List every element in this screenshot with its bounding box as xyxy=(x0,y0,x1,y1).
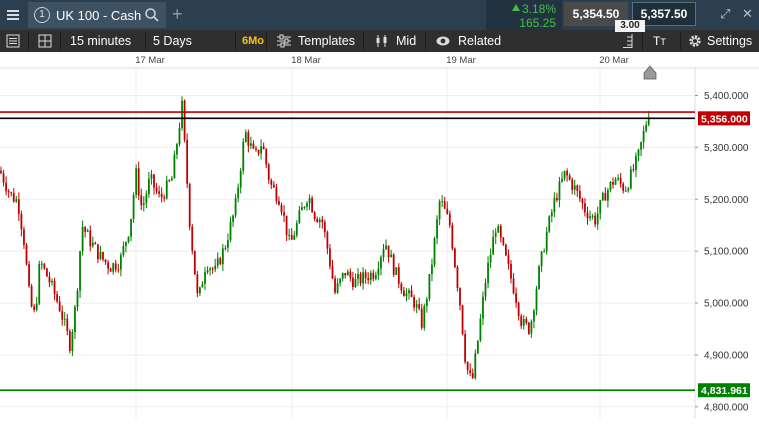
candle xyxy=(132,192,135,223)
change-absolute: 165.25 xyxy=(519,16,556,30)
x-tick-label: 20 Mar xyxy=(599,55,629,66)
list-icon[interactable] xyxy=(6,34,20,48)
instrument-name: UK 100 - Cash xyxy=(56,7,142,23)
chart-area[interactable]: 17 Mar 18 Mar 19 Mar 20 Mar 5,400.000 5,300.… xyxy=(0,52,759,419)
close-icon[interactable]: ✕ xyxy=(742,6,753,22)
candle xyxy=(135,164,138,199)
templates-button[interactable]: Templates xyxy=(298,30,355,52)
price-change-panel: 3.18% 165.25 xyxy=(486,0,562,30)
candle xyxy=(538,264,540,290)
tab-number-badge: 1 xyxy=(34,7,50,23)
x-tick-label: 19 Mar xyxy=(446,55,476,66)
timeframe-dropdown[interactable]: 15 minutes xyxy=(70,30,131,52)
candle xyxy=(25,242,28,266)
six-month-button[interactable]: 6Mo xyxy=(242,30,264,52)
candle xyxy=(392,253,395,278)
change-percent: 3.18% xyxy=(521,2,556,16)
gear-icon xyxy=(689,35,701,47)
price-level-label: 4,831.961 xyxy=(701,385,748,397)
y-tick-label: 5,200.000 xyxy=(704,195,749,206)
candle xyxy=(30,283,33,308)
price-type-dropdown[interactable]: Mid xyxy=(396,30,416,52)
candle xyxy=(191,223,194,255)
candle xyxy=(242,138,245,175)
range-dropdown[interactable]: 5 Days xyxy=(153,30,192,52)
chart-toolbar: 15 minutes 5 Days 6Mo Templates Mid Rela… xyxy=(0,30,759,52)
add-tab-icon[interactable]: + xyxy=(172,4,183,24)
y-tick-label: 5,100.000 xyxy=(704,247,749,258)
y-tick-label: 5,300.000 xyxy=(704,143,749,154)
layout-grid-icon[interactable] xyxy=(38,34,52,48)
candle xyxy=(476,340,479,355)
candle xyxy=(454,247,456,269)
candles-icon xyxy=(376,35,387,47)
candle xyxy=(464,329,466,365)
y-tick-label: 5,400.000 xyxy=(704,91,749,102)
price-chart[interactable]: 17 Mar 18 Mar 19 Mar 20 Mar 5,400.000 5,300.… xyxy=(0,52,759,419)
templates-icon xyxy=(277,34,291,48)
candle xyxy=(183,99,186,143)
candle xyxy=(474,349,477,380)
candle xyxy=(68,328,71,354)
y-tick-label: 5,000.000 xyxy=(704,299,749,310)
candle xyxy=(193,250,196,275)
candle xyxy=(433,236,436,268)
candle xyxy=(461,304,464,336)
candle xyxy=(423,303,426,331)
search-icon[interactable] xyxy=(144,7,160,23)
candle xyxy=(527,321,530,336)
candle xyxy=(601,191,604,202)
up-arrow-icon xyxy=(512,4,520,11)
x-tick-label: 18 Mar xyxy=(291,55,321,66)
menu-icon[interactable] xyxy=(0,0,26,30)
ruler-icon[interactable] xyxy=(622,34,634,48)
candle xyxy=(629,165,632,190)
eye-icon xyxy=(436,36,450,46)
candle xyxy=(451,222,454,251)
candle xyxy=(548,215,551,233)
instrument-tab[interactable]: 1 UK 100 - Cash xyxy=(28,2,166,28)
related-button[interactable]: Related xyxy=(458,30,501,52)
candle xyxy=(456,265,459,292)
expand-icon[interactable]: ⤢ xyxy=(720,6,730,22)
candle xyxy=(428,274,431,302)
text-size-icon[interactable]: TT xyxy=(653,30,666,52)
y-tick-label: 4,900.000 xyxy=(704,350,749,361)
price-level-label: 5,356.000 xyxy=(701,113,748,125)
candle xyxy=(505,243,507,257)
candle xyxy=(188,182,191,231)
candle xyxy=(311,195,313,213)
candle xyxy=(28,260,30,288)
y-tick-label: 4,800.000 xyxy=(704,402,749,413)
candle xyxy=(173,150,176,179)
spread-badge: 3.00 xyxy=(615,20,645,32)
settings-button[interactable]: Settings xyxy=(707,30,752,52)
candle xyxy=(38,260,41,306)
candle xyxy=(395,267,398,276)
x-tick-label: 17 Mar xyxy=(135,55,165,66)
candle xyxy=(186,133,189,189)
candle xyxy=(181,96,183,131)
top-bar: 1 UK 100 - Cash + 3.18% 165.25 5,354.50 … xyxy=(0,0,759,32)
candle xyxy=(46,267,48,277)
